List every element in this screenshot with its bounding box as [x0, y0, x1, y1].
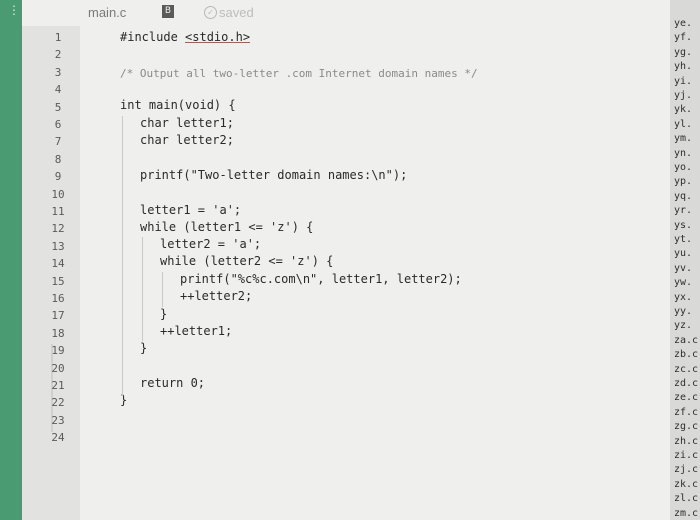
- code-line-13[interactable]: letter2 = 'a';: [160, 237, 261, 251]
- output-line: yh.: [674, 61, 693, 73]
- output-line: zf.c: [674, 406, 699, 418]
- output-line: ys.: [674, 219, 693, 231]
- editor-toolbar: main.c B ✓ saved: [22, 0, 670, 26]
- output-line: yz.: [674, 320, 693, 332]
- line-number: 15: [51, 274, 65, 288]
- line-number: 16: [51, 292, 65, 305]
- line-number: 5: [54, 100, 62, 114]
- output-line: yf.: [674, 32, 693, 44]
- code-line-14[interactable]: while (letter2 <= 'z') {: [160, 254, 333, 268]
- line-number: 13: [51, 239, 65, 253]
- code-line-6[interactable]: char letter1;: [140, 116, 234, 130]
- output-line: zk.c: [674, 478, 699, 490]
- indent-guide: [142, 237, 143, 341]
- output-line: yq.: [674, 190, 693, 202]
- output-line: yy.: [674, 306, 693, 317]
- line-number: 24: [51, 431, 65, 445]
- line-number: 17: [51, 309, 65, 323]
- code-line-17[interactable]: }: [160, 307, 167, 321]
- code-line-9[interactable]: printf("Two-letter domain names:\n");: [140, 168, 407, 182]
- output-line: ze.c: [674, 392, 699, 404]
- line-number: 6: [54, 118, 62, 131]
- line-number: 19: [51, 344, 65, 358]
- code-line-18[interactable]: ++letter1;: [160, 324, 232, 338]
- left-panel-strip: ⋮: [0, 0, 22, 520]
- output-line: yj.: [674, 90, 693, 101]
- output-line: yi.: [674, 75, 693, 87]
- output-line: yk.: [674, 104, 693, 116]
- line-number: 10: [51, 187, 65, 201]
- code-line-19[interactable]: }: [140, 341, 147, 355]
- line-number: 18: [51, 326, 65, 340]
- output-line: yx.: [674, 291, 693, 303]
- drag-grip-icon[interactable]: ⋮: [8, 4, 20, 16]
- output-line: zh.c: [674, 435, 699, 447]
- save-status: saved: [219, 5, 254, 20]
- filename-label: main.c: [88, 5, 127, 20]
- output-line: zi.c: [674, 450, 699, 461]
- line-number: 21: [51, 379, 65, 392]
- line-number: 12: [51, 222, 65, 236]
- file-icon[interactable]: B: [162, 5, 174, 18]
- code-line-15[interactable]: printf("%c%c.com\n", letter1, letter2);: [180, 272, 462, 286]
- output-panel[interactable]: ye. yf. yg. yh. yi. yj. yk. yl. ym. yn. yo. yp. yq. y…: [670, 0, 700, 520]
- code-line-3[interactable]: /* Output all two-letter .com Internet d…: [120, 67, 478, 80]
- output-line: zm.c: [674, 507, 699, 519]
- line-number: 1: [54, 31, 62, 44]
- output-line: yt.: [674, 234, 693, 245]
- output-line: yr.: [674, 205, 693, 217]
- output-line: zl.c: [674, 493, 699, 505]
- line-number: 8: [54, 152, 62, 166]
- line-number: 3: [54, 65, 62, 79]
- line-number: 4: [54, 83, 62, 97]
- output-line: zc.c: [674, 363, 699, 375]
- output-line: za.c: [674, 334, 699, 346]
- output-line: ye.: [674, 18, 693, 29]
- code-line-11[interactable]: letter1 = 'a';: [140, 203, 241, 217]
- code-line-16[interactable]: ++letter2;: [180, 289, 252, 303]
- output-line: yo.: [674, 162, 693, 173]
- code-line-12[interactable]: while (letter1 <= 'z') {: [140, 220, 313, 234]
- output-line: yn.: [674, 147, 693, 159]
- line-number: 20: [51, 361, 65, 375]
- line-number: 14: [51, 257, 65, 271]
- saved-check-icon: ✓: [204, 6, 217, 19]
- line-number: 2: [54, 48, 62, 62]
- code-line-1[interactable]: #include <stdio.h>: [120, 30, 250, 44]
- output-line: zj.c: [674, 464, 699, 476]
- line-number: 9: [54, 170, 62, 184]
- include-directive: #include: [120, 30, 186, 44]
- code-editor: main.c B ✓ saved 1 2 3 4 5 6 7 8 9 10 11 12 13 14 15 16…: [22, 0, 670, 520]
- line-number: 23: [51, 413, 65, 427]
- output-line: yl.: [674, 118, 693, 130]
- code-line-5[interactable]: int main(void) {: [120, 98, 236, 112]
- line-number: 11: [51, 205, 65, 218]
- output-line: yg.: [674, 46, 693, 58]
- output-line: yu.: [674, 248, 693, 260]
- code-line-7[interactable]: char letter2;: [140, 133, 234, 147]
- output-line: zb.c: [674, 349, 699, 361]
- code-line-21[interactable]: return 0;: [140, 376, 205, 390]
- output-line: ym.: [674, 133, 693, 145]
- line-number: 7: [54, 135, 62, 149]
- output-line: yp.: [674, 176, 693, 188]
- output-line: zg.c: [674, 421, 699, 433]
- indent-guide: [162, 272, 163, 307]
- line-number: 22: [51, 396, 65, 410]
- indent-guide: [122, 116, 123, 396]
- include-header: <stdio.h>: [185, 30, 251, 44]
- output-line: yw.: [674, 277, 693, 289]
- output-line: zd.c: [674, 378, 699, 389]
- output-line: yv.: [674, 262, 693, 274]
